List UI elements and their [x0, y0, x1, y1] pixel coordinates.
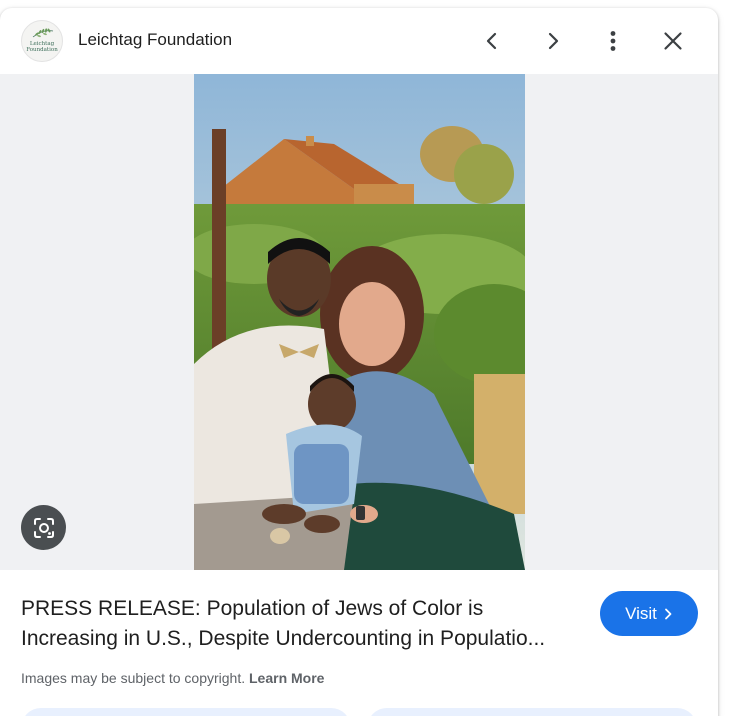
close-button[interactable]: [657, 25, 689, 57]
next-button[interactable]: [537, 25, 569, 57]
viewer-header: Leichtag Foundation Leichtag Foundation: [0, 8, 718, 74]
result-title-line-2[interactable]: Increasing in U.S., Despite Undercountin…: [21, 624, 581, 654]
result-info: PRESS RELEASE: Population of Jews of Col…: [0, 570, 718, 716]
more-vert-icon: [610, 31, 616, 51]
google-lens-button[interactable]: [21, 505, 66, 550]
visit-button-label: Visit: [625, 603, 657, 623]
more-options-button[interactable]: [597, 25, 629, 57]
preview-image[interactable]: [194, 74, 525, 570]
site-name[interactable]: Leichtag Foundation: [78, 30, 232, 50]
save-button[interactable]: [367, 708, 697, 716]
site-logo[interactable]: Leichtag Foundation: [21, 20, 63, 62]
result-title[interactable]: PRESS RELEASE: Population of Jews of Col…: [21, 594, 581, 654]
share-button[interactable]: [21, 708, 351, 716]
family-photo: [194, 74, 525, 570]
copyright-text: Images may be subject to copyright.: [21, 670, 246, 686]
learn-more-link[interactable]: Learn More: [249, 670, 324, 686]
copyright-notice: Images may be subject to copyright. Lear…: [21, 670, 324, 686]
image-preview-area: [0, 74, 718, 570]
chevron-right-icon: [548, 32, 559, 50]
olive-branch-icon: [32, 28, 54, 38]
image-viewer-panel: Leichtag Foundation Leichtag Foundation: [0, 8, 718, 716]
close-icon: [664, 32, 682, 50]
chevron-right-icon: [665, 608, 672, 619]
visit-button[interactable]: Visit: [600, 591, 698, 636]
chevron-left-icon: [486, 32, 497, 50]
google-lens-icon: [33, 517, 54, 538]
result-title-line-1[interactable]: PRESS RELEASE: Population of Jews of Col…: [21, 594, 581, 624]
logo-text-line-2: Foundation: [26, 47, 58, 53]
previous-button[interactable]: [476, 25, 508, 57]
logo-wordmark: Leichtag Foundation: [22, 41, 62, 53]
